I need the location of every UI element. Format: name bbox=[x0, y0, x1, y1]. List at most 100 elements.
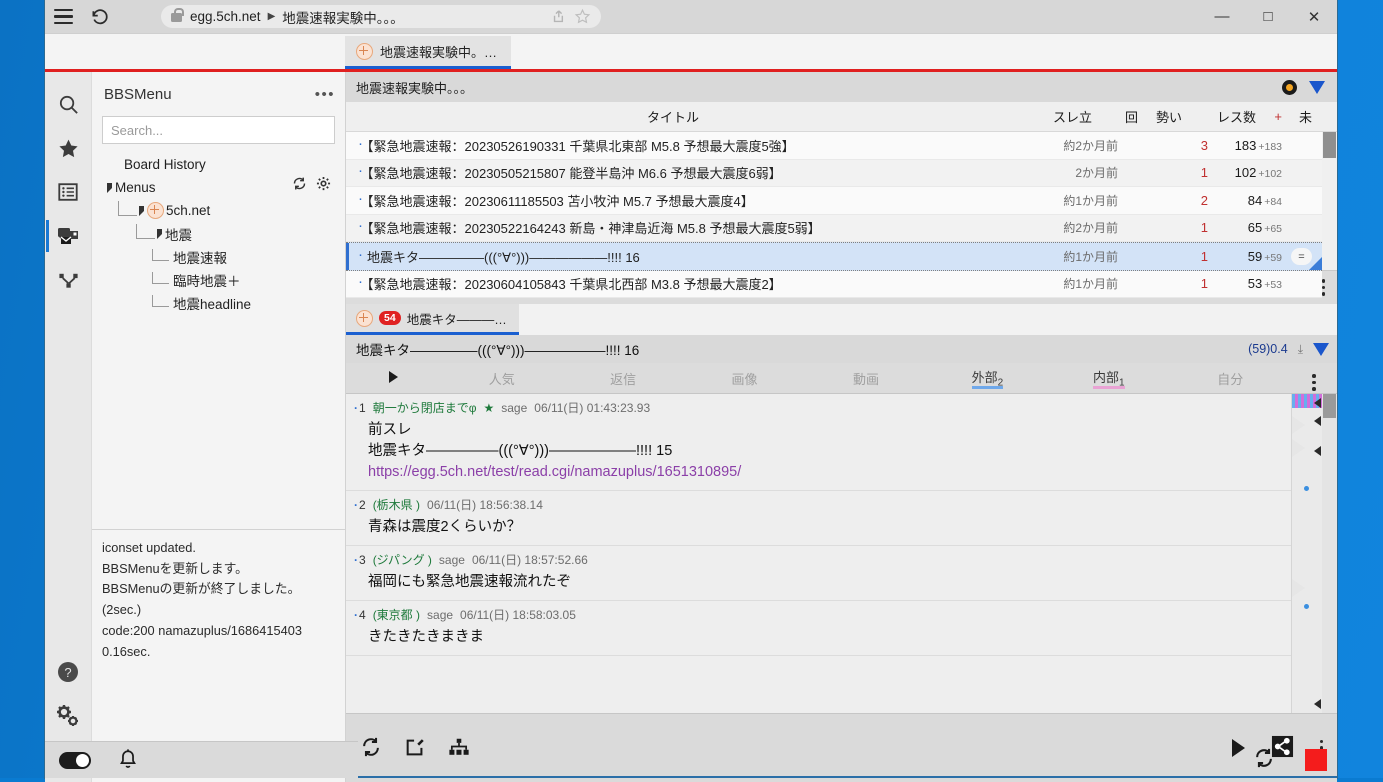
filter-play-icon[interactable] bbox=[346, 371, 441, 386]
help-icon[interactable]: ? bbox=[46, 650, 90, 694]
expand-triangle-icon[interactable] bbox=[157, 229, 162, 239]
bookmark-star-icon[interactable] bbox=[574, 8, 591, 25]
post-line: 地震キタ—————(((°∀°)))——————!!!! 15 bbox=[368, 441, 1291, 462]
tree-node-jishin-headline[interactable]: 地震headline bbox=[104, 291, 345, 314]
reload-icon[interactable] bbox=[360, 736, 382, 761]
thread-tab-active[interactable]: 54 地震キタ———… bbox=[346, 304, 519, 335]
thread-responses: 65+65 bbox=[1208, 220, 1282, 235]
search-icon[interactable] bbox=[46, 82, 90, 126]
board-tree: Board History Menus 5ch.net 地震 bbox=[92, 144, 345, 529]
post-list-scrollbar[interactable] bbox=[1322, 394, 1337, 713]
post-author[interactable]: (東京都 ) bbox=[373, 606, 420, 623]
list-item[interactable]: 3 (ジパング ) sage 06/11(日) 18:57:52.66 福岡にも… bbox=[346, 546, 1291, 601]
column-unread[interactable]: 未 bbox=[1282, 107, 1322, 126]
expand-triangle-icon[interactable] bbox=[107, 183, 112, 193]
share-page-icon[interactable] bbox=[551, 8, 568, 25]
board-list-icon[interactable] bbox=[46, 170, 90, 214]
column-created[interactable]: スレ立 bbox=[1000, 107, 1092, 126]
close-button[interactable]: ✕ bbox=[1291, 0, 1337, 33]
post-minimap-scrollbar[interactable] bbox=[1291, 394, 1322, 713]
settings-gears-icon[interactable] bbox=[46, 694, 90, 738]
table-row[interactable]: ·【緊急地震速報：20230522164243 新島・神津島近海 M5.8 予想… bbox=[346, 215, 1322, 243]
scrollbar-thumb[interactable] bbox=[1323, 394, 1336, 418]
post-author[interactable]: 朝一から閉店までφ bbox=[373, 399, 477, 416]
search-input[interactable]: Search... bbox=[102, 116, 335, 144]
post-author[interactable]: (ジパング ) bbox=[373, 551, 432, 568]
reload-back-icon[interactable] bbox=[81, 0, 117, 33]
column-plus[interactable]: + bbox=[1256, 109, 1282, 124]
post-filter-bar: 人気 返信 画像 動画 外部2 内部1 自分 bbox=[346, 363, 1337, 394]
filter-internal[interactable]: 内部1 bbox=[1048, 367, 1169, 389]
table-row[interactable]: ·【緊急地震速報：20230611185503 苫小牧沖 M5.7 予想最大震度… bbox=[346, 187, 1322, 215]
share-tree-icon[interactable] bbox=[46, 258, 90, 302]
row-corner-marker bbox=[1309, 257, 1322, 270]
tree-node-jishin-sokuho[interactable]: 地震速報 bbox=[104, 245, 345, 268]
tree-node-5ch[interactable]: 5ch.net bbox=[104, 199, 345, 222]
thread-created: 約2か月前 bbox=[1026, 137, 1118, 154]
browser-tabstrip: 地震速報実験中。… bbox=[45, 34, 1337, 72]
thread-title: ·【緊急地震速報：20230526190331 千葉県北東部 M5.8 予想最大… bbox=[346, 136, 1026, 155]
tree-settings-gear-icon[interactable] bbox=[316, 176, 331, 194]
menu-hamburger-icon[interactable] bbox=[45, 0, 81, 33]
thread-responses: 102+102 bbox=[1208, 165, 1282, 180]
tree-node-board-history[interactable]: Board History bbox=[104, 153, 345, 176]
minimap-marker bbox=[1292, 416, 1305, 434]
list-item[interactable]: 4 (東京都 ) sage 06/11(日) 18:58:03.05 きたきたき… bbox=[346, 601, 1291, 656]
post-body: きたきたきまきま bbox=[346, 623, 1291, 648]
tree-node-jishin[interactable]: 地震 bbox=[104, 222, 345, 245]
desktop-background: egg.5ch.net ▶ 地震速報実験中。。。 — □ ✕ 地震速報実験中。… bbox=[0, 0, 1383, 778]
table-row[interactable]: ·地震キタ—————(((°∀°)))——————!!!! 16 約1か月前 1… bbox=[346, 242, 1322, 271]
table-row[interactable]: ·【緊急地震速報：20230604105843 千葉県北西部 M3.8 予想最大… bbox=[346, 271, 1322, 299]
maximize-button[interactable]: □ bbox=[1245, 0, 1291, 33]
thread-list-scrollbar[interactable] bbox=[1322, 132, 1337, 270]
column-responses[interactable]: レス数 bbox=[1182, 107, 1256, 126]
thread-created: 約1か月前 bbox=[1026, 192, 1118, 209]
expand-triangle-icon[interactable] bbox=[139, 206, 144, 216]
bell-icon[interactable] bbox=[117, 748, 139, 773]
tree-node-rinji-jishin[interactable]: 臨時地震＋ bbox=[104, 268, 345, 291]
minimize-button[interactable]: — bbox=[1199, 0, 1245, 33]
tree-refresh-icon[interactable] bbox=[292, 176, 307, 194]
bbsmenu-more-icon[interactable]: ••• bbox=[315, 86, 335, 103]
thread-count: 2 bbox=[1164, 193, 1208, 208]
table-row[interactable]: ·【緊急地震速報：20230526190331 千葉県北東部 M5.8 予想最大… bbox=[346, 132, 1322, 160]
post-time: 06/11(日) 18:56:38.14 bbox=[427, 496, 543, 513]
column-title[interactable]: タイトル bbox=[346, 107, 1000, 126]
filter-replies[interactable]: 返信 bbox=[562, 369, 683, 388]
filter-funnel-icon[interactable] bbox=[1313, 343, 1329, 356]
filter-popular[interactable]: 人気 bbox=[441, 369, 562, 388]
favorites-icon[interactable] bbox=[46, 126, 90, 170]
stop-icon[interactable] bbox=[1305, 749, 1327, 771]
filter-videos[interactable]: 動画 bbox=[805, 369, 926, 388]
post-author[interactable]: (栃木県 ) bbox=[373, 496, 420, 513]
address-bar[interactable]: egg.5ch.net ▶ 地震速報実験中。。。 bbox=[161, 5, 601, 28]
filter-more-icon[interactable] bbox=[1291, 366, 1337, 391]
filter-images[interactable]: 画像 bbox=[684, 369, 805, 388]
dark-mode-toggle[interactable] bbox=[59, 752, 91, 769]
filter-external[interactable]: 外部2 bbox=[927, 367, 1048, 389]
unread-bullet-icon: · bbox=[358, 274, 363, 290]
sitemap-icon[interactable] bbox=[448, 736, 470, 761]
column-momentum[interactable]: 勢い bbox=[1138, 107, 1182, 126]
post-link[interactable]: https://egg.5ch.net/test/read.cgi/namazu… bbox=[368, 464, 741, 480]
browser-tab-active[interactable]: 地震速報実験中。… bbox=[345, 36, 511, 69]
sync-icon[interactable] bbox=[1253, 747, 1275, 772]
record-icon[interactable] bbox=[1282, 80, 1297, 95]
table-row[interactable]: ·【緊急地震速報：20230505215807 能登半島沖 M6.6 予想最大震… bbox=[346, 160, 1322, 188]
favorite-star-icon[interactable]: ★ bbox=[483, 401, 494, 415]
thread-toolbar-more-icon[interactable] bbox=[1322, 279, 1326, 296]
play-icon[interactable] bbox=[1232, 739, 1245, 757]
list-item[interactable]: 2 (栃木県 ) 06/11(日) 18:56:38.14 青森は震度2くらいか… bbox=[346, 491, 1291, 546]
window-controls: — □ ✕ bbox=[1199, 0, 1337, 33]
compose-icon[interactable] bbox=[404, 736, 426, 761]
site-favicon-icon bbox=[356, 43, 373, 60]
threads-icon[interactable] bbox=[46, 214, 90, 258]
filter-self[interactable]: 自分 bbox=[1170, 369, 1291, 388]
thread-title: ·【緊急地震速報：20230505215807 能登半島沖 M6.6 予想最大震… bbox=[346, 163, 1026, 182]
filter-funnel-icon[interactable] bbox=[1309, 81, 1325, 94]
column-count[interactable]: 回 bbox=[1092, 107, 1138, 126]
post-header: 地震キタ—————(((°∀°)))——————!!!! 16 (59)0.4 … bbox=[346, 335, 1337, 363]
list-item[interactable]: 1 朝一から閉店までφ ★ sage 06/11(日) 01:43:23.93 … bbox=[346, 394, 1291, 491]
chevron-double-down-icon[interactable]: ⤓ bbox=[1298, 342, 1303, 357]
site-favicon-icon bbox=[356, 310, 373, 327]
